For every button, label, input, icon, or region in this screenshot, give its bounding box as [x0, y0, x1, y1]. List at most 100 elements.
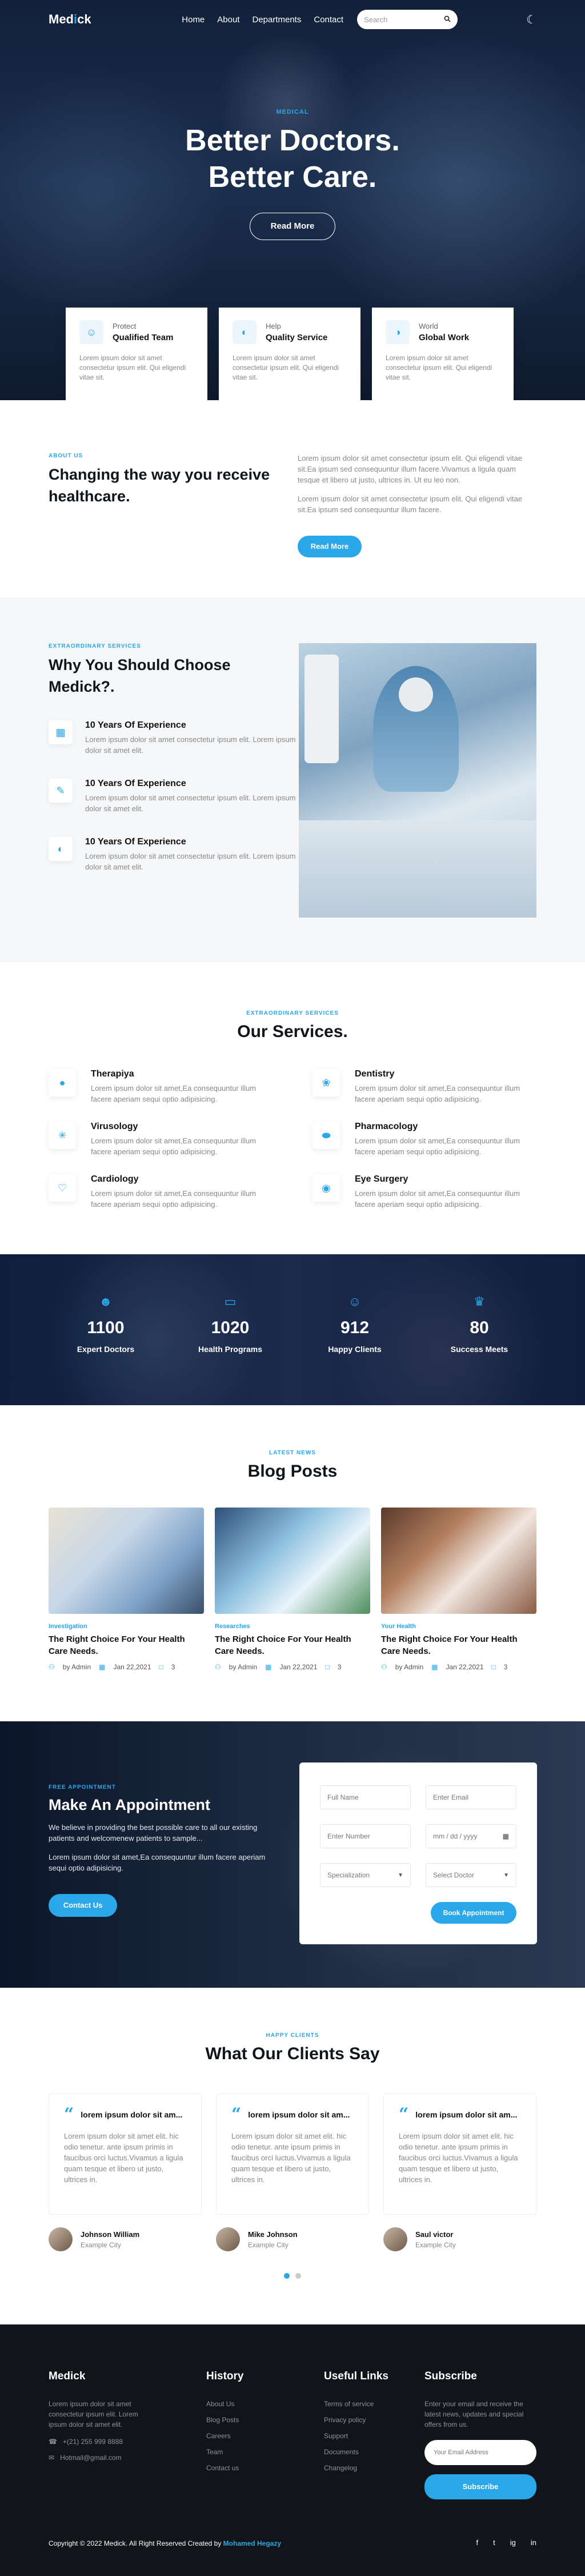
- footer-link-careers[interactable]: Careers: [206, 2432, 231, 2440]
- appointment-section: FREE APPOINTMENT Make An Appointment We …: [0, 1721, 585, 1988]
- footer-link-support[interactable]: Support: [324, 2432, 348, 2440]
- quote-icon: “: [64, 2104, 74, 2124]
- counter-item: ▭ 1020 Health Programs: [173, 1294, 287, 1354]
- hero-tag: MEDICAL: [276, 109, 309, 115]
- blog-post-title[interactable]: The Right Choice For Your Health Care Ne…: [381, 1633, 536, 1657]
- facebook-icon[interactable]: f: [476, 2538, 479, 2547]
- blog-post: Researches The Right Choice For Your Hea…: [215, 1508, 370, 1671]
- hero-read-more-button[interactable]: Read More: [250, 213, 335, 240]
- blog-post-image[interactable]: [215, 1508, 370, 1614]
- linkedin-icon[interactable]: in: [531, 2538, 536, 2547]
- footer-link-contact[interactable]: Contact us: [206, 2464, 239, 2472]
- counter-item: ♛ 80 Success Meets: [422, 1294, 536, 1354]
- blog-post-title[interactable]: The Right Choice For Your Health Care Ne…: [215, 1633, 370, 1657]
- service-item: ♡ Cardiology Lorem ipsum dolor sit amet,Ea…: [49, 1174, 273, 1210]
- blog-title: Blog Posts: [247, 1462, 338, 1481]
- footer-link-changelog[interactable]: Changelog: [324, 2464, 357, 2472]
- why-choose-section: EXTRAORDINARY SERVICES Why You Should Ch…: [0, 597, 585, 962]
- specialization-select[interactable]: Specialization ▼: [320, 1863, 411, 1887]
- testimonials-title: What Our Clients Say: [205, 2044, 380, 2063]
- footer-link-blog[interactable]: Blog Posts: [206, 2416, 239, 2424]
- counter-item: ☺ 912 Happy Clients: [298, 1294, 412, 1354]
- virus-icon: ✳: [49, 1122, 76, 1149]
- search-input[interactable]: Search: [357, 10, 458, 29]
- services-title: Our Services.: [237, 1022, 348, 1041]
- social-links: f t ig in: [476, 2538, 537, 2547]
- about-paragraph: Lorem ipsum dolor sit amet consectetur i…: [298, 454, 523, 484]
- edit-icon: ✎: [49, 779, 73, 803]
- hero-content: MEDICAL Better Doctors. Better Care. Read…: [0, 109, 585, 240]
- about-read-more-button[interactable]: Read More: [298, 536, 362, 557]
- blog-post-image[interactable]: [381, 1508, 536, 1614]
- dark-mode-toggle-icon[interactable]: ☾: [526, 13, 536, 27]
- about-paragraph: Lorem ipsum dolor sit amet consectetur i…: [298, 495, 523, 514]
- users-icon: ☻: [99, 1294, 113, 1309]
- search-icon[interactable]: [444, 15, 451, 24]
- blog-post-image[interactable]: [49, 1508, 204, 1614]
- author-link[interactable]: Mohamed Hegazy: [223, 2539, 281, 2547]
- nav-link-departments[interactable]: Departments: [252, 15, 301, 25]
- instagram-icon[interactable]: ig: [510, 2538, 516, 2547]
- testimonial-card: “lorem ipsum dolor sit am... Lorem ipsum …: [216, 2094, 369, 2251]
- chevron-down-icon: ▼: [398, 1872, 403, 1879]
- twitter-icon[interactable]: t: [493, 2538, 495, 2547]
- comment-icon: □: [325, 1663, 330, 1671]
- team-icon: ☺: [79, 320, 103, 344]
- footer-link-privacy[interactable]: Privacy policy: [324, 2416, 366, 2424]
- service-item: ✳ Virusology Lorem ipsum dolor sit amet,Ea…: [49, 1122, 273, 1157]
- email-field[interactable]: Enter Email: [426, 1785, 516, 1809]
- trophy-icon: ♛: [474, 1294, 485, 1309]
- footer-link-team[interactable]: Team: [206, 2448, 223, 2456]
- carousel-dot[interactable]: [295, 2273, 301, 2279]
- site-footer: Medick Lorem ipsum dolor sit amet consec…: [0, 2324, 585, 2576]
- full-name-field[interactable]: Full Name: [320, 1785, 411, 1809]
- doctor-select[interactable]: Select Doctor ▼: [426, 1863, 516, 1887]
- hero-section: Medick Home About Departments Contact Se…: [0, 0, 585, 400]
- subscribe-button[interactable]: Subscribe: [424, 2474, 536, 2499]
- counters-section: ☻ 1100 Expert Doctors ▭ 1020 Health Programs…: [0, 1254, 585, 1405]
- footer-link-terms[interactable]: Terms of service: [324, 2400, 374, 2408]
- avatar: [383, 2227, 407, 2251]
- quote-icon: “: [399, 2104, 409, 2124]
- counter-item: ☻ 1100 Expert Doctors: [49, 1294, 163, 1354]
- calendar-icon: ▦: [431, 1663, 438, 1671]
- site-logo[interactable]: Medick: [49, 12, 91, 27]
- author-icon: ⚇: [49, 1663, 55, 1671]
- calendar-icon: ▦: [265, 1663, 272, 1671]
- carousel-dot[interactable]: [284, 2273, 290, 2279]
- avatar: [216, 2227, 240, 2251]
- why-title: Why You Should Choose Medick?.: [49, 656, 231, 695]
- blog-post: Investigation The Right Choice For Your …: [49, 1508, 204, 1671]
- nav-link-home[interactable]: Home: [182, 15, 205, 25]
- appointment-title: Make An Appointment: [49, 1796, 210, 1813]
- surgery-photo: [298, 643, 536, 918]
- tooth-icon: ❀: [312, 1069, 340, 1096]
- calendar-icon: ▦: [502, 1832, 509, 1840]
- comment-icon: □: [491, 1663, 496, 1671]
- nav-link-contact[interactable]: Contact: [314, 15, 343, 25]
- main-menu: Home About Departments Contact: [182, 15, 343, 25]
- services-tag: EXTRAORDINARY SERVICES: [246, 1010, 339, 1016]
- phone-icon: ☎: [49, 2438, 57, 2446]
- avatar: [49, 2227, 73, 2251]
- phone-field[interactable]: Enter Number: [320, 1824, 411, 1848]
- nav-link-about[interactable]: About: [217, 15, 239, 25]
- why-feature: ✎ 10 Years Of Experience Lorem ipsum dolo…: [49, 779, 299, 814]
- footer-link-about[interactable]: About Us: [206, 2400, 234, 2408]
- quote-icon: “: [231, 2104, 242, 2124]
- blog-section: LATEST NEWS Blog Posts Investigation The…: [0, 1405, 585, 1721]
- comment-icon: □: [159, 1663, 163, 1671]
- shield-icon: ◐: [233, 320, 257, 344]
- appointment-tag: FREE APPOINTMENT: [49, 1784, 116, 1791]
- footer-link-documents[interactable]: Documents: [324, 2448, 359, 2456]
- about-section: ABOUT US Changing the way you receive he…: [0, 400, 585, 597]
- date-field[interactable]: mm / dd / yyyy ▦: [426, 1824, 516, 1848]
- newsletter-email-input[interactable]: Your Email Address: [424, 2440, 536, 2465]
- book-appointment-button[interactable]: Book Appointment: [431, 1902, 516, 1924]
- service-item: ◉ Eye Surgery Lorem ipsum dolor sit amet,E…: [312, 1174, 536, 1210]
- blog-post-title[interactable]: The Right Choice For Your Health Care Ne…: [49, 1633, 204, 1657]
- feature-card: ◑ World Global Work Lorem ipsum dolor sit…: [372, 308, 514, 400]
- testimonial-card: “lorem ipsum dolor sit am... Lorem ipsum …: [49, 2094, 202, 2251]
- testimonials-tag: HAPPY CLIENTS: [266, 2032, 319, 2039]
- contact-us-button[interactable]: Contact Us: [49, 1894, 117, 1917]
